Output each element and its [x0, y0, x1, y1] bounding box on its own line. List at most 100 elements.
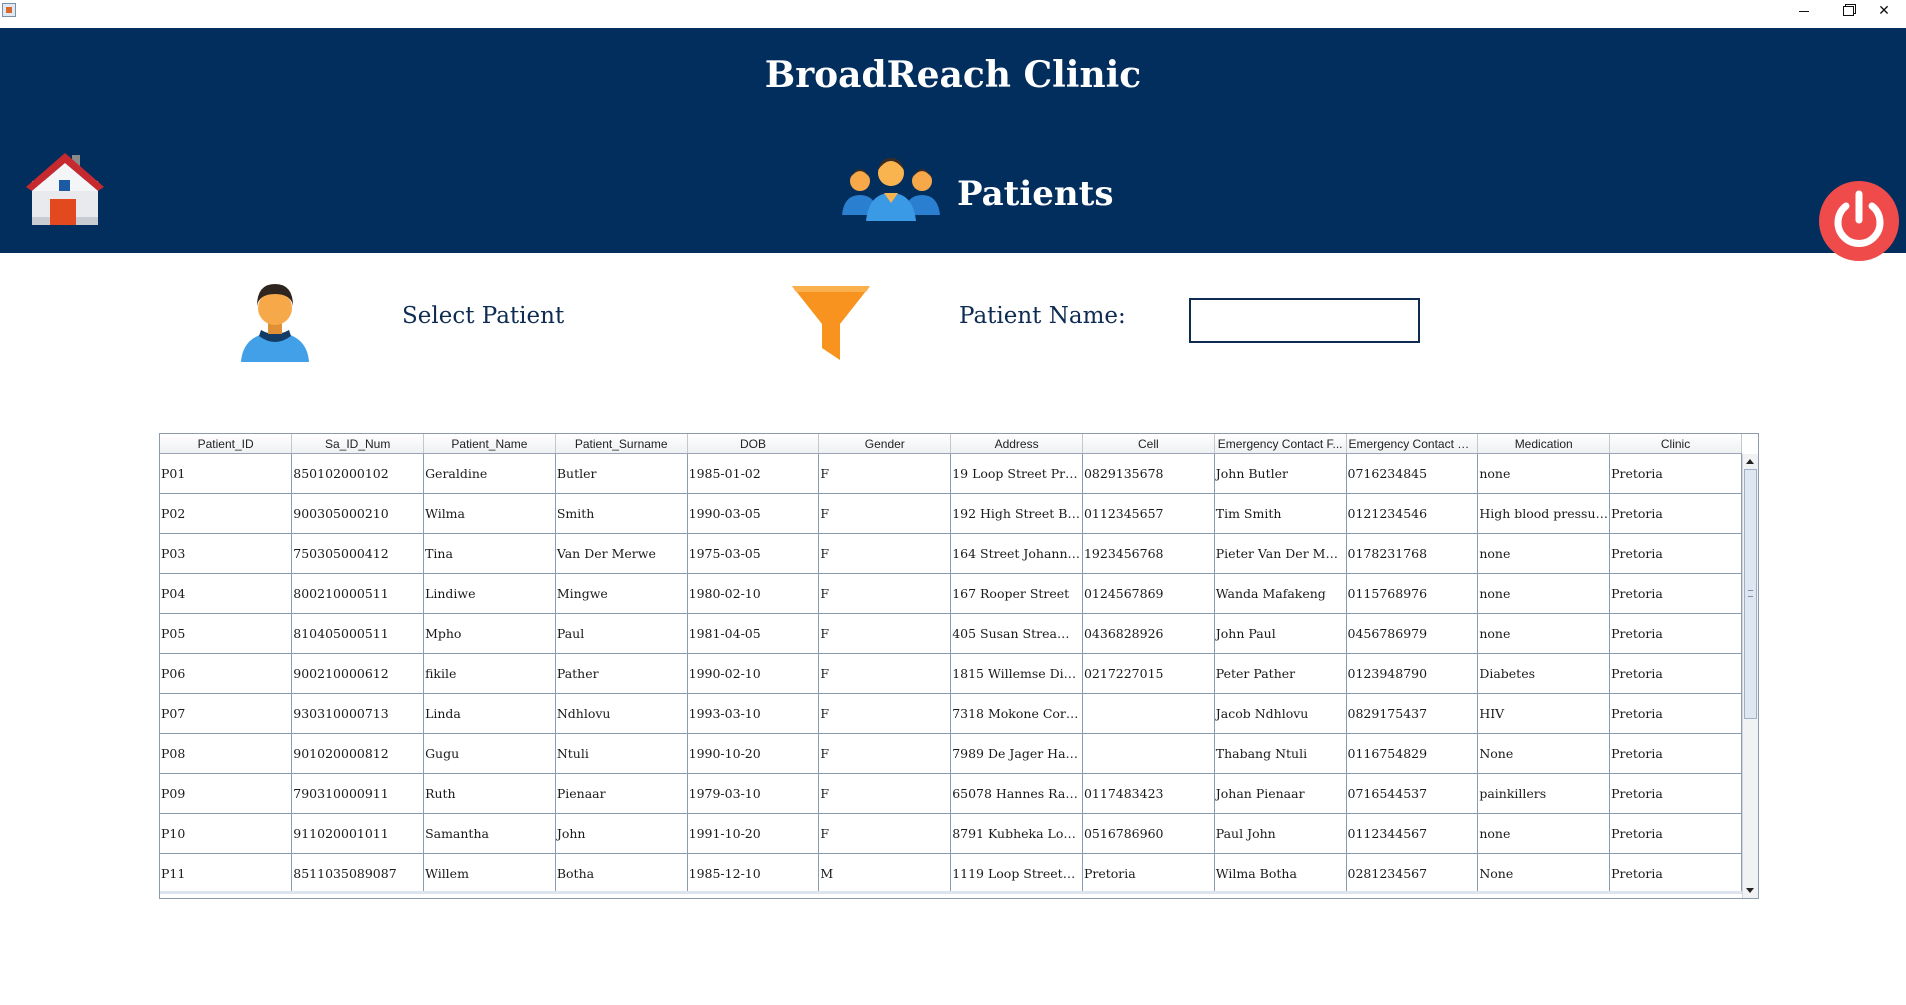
table-cell[interactable]: 0716234845: [1346, 453, 1479, 494]
column-header[interactable]: Sa_ID_Num: [291, 434, 425, 454]
table-cell[interactable]: 8791 Kubheka Lodg...: [950, 813, 1083, 854]
table-row[interactable]: P10 911020001011 Samantha John 1991-10-20 F 8…: [160, 813, 1742, 854]
table-cell[interactable]: 810405000511: [291, 613, 425, 654]
home-icon[interactable]: [24, 147, 106, 229]
table-cell[interactable]: P05: [160, 613, 293, 654]
table-cell[interactable]: Thabang Ntuli: [1214, 733, 1347, 774]
table-row[interactable]: P09 790310000911 Ruth Pienaar 1979-03-10 F 65…: [160, 773, 1742, 814]
table-cell[interactable]: 0516786960: [1082, 813, 1215, 854]
table-cell[interactable]: John Paul: [1214, 613, 1347, 654]
table-cell[interactable]: 800210000511: [291, 573, 425, 614]
table-cell[interactable]: P01: [160, 453, 293, 494]
table-cell[interactable]: 1990-02-10: [687, 653, 820, 694]
scroll-down-icon[interactable]: [1746, 888, 1754, 893]
table-cell[interactable]: [1082, 693, 1215, 734]
table-cell[interactable]: 164 Street Johannes...: [950, 533, 1083, 574]
table-cell[interactable]: 1985-01-02: [687, 453, 820, 494]
power-icon[interactable]: [1818, 180, 1900, 262]
table-cell[interactable]: 405 Susan Stream E...: [950, 613, 1083, 654]
table-cell[interactable]: fikile: [423, 653, 556, 694]
column-header[interactable]: Gender: [818, 434, 952, 454]
column-header[interactable]: Patient_Name: [423, 434, 556, 454]
table-cell[interactable]: F: [818, 653, 952, 694]
table-cell[interactable]: Smith: [555, 493, 688, 534]
table-cell[interactable]: Pretoria: [1609, 733, 1742, 774]
table-cell[interactable]: 0112345657: [1082, 493, 1215, 534]
column-header[interactable]: Patient_ID: [160, 434, 293, 454]
column-header[interactable]: Address: [950, 434, 1083, 454]
table-cell[interactable]: 7318 Mokone Corne...: [950, 693, 1083, 734]
table-cell[interactable]: 1990-03-05: [687, 493, 820, 534]
table-cell[interactable]: Geraldine: [423, 453, 556, 494]
column-header[interactable]: Emergency Contact F...: [1214, 434, 1347, 454]
table-cell[interactable]: none: [1477, 813, 1611, 854]
table-cell[interactable]: Wilma: [423, 493, 556, 534]
scroll-up-icon[interactable]: [1746, 459, 1754, 464]
table-cell[interactable]: 1980-02-10: [687, 573, 820, 614]
close-window-button[interactable]: ✕: [1862, 0, 1906, 22]
table-cell[interactable]: none: [1477, 533, 1611, 574]
table-cell[interactable]: Pieter Van Der Merwe: [1214, 533, 1347, 574]
table-cell[interactable]: None: [1477, 853, 1611, 894]
table-cell[interactable]: Tim Smith: [1214, 493, 1347, 534]
table-cell[interactable]: Linda: [423, 693, 556, 734]
table-cell[interactable]: 65078 Hannes Ramp...: [950, 773, 1083, 814]
table-cell[interactable]: 911020001011: [291, 813, 425, 854]
table-cell[interactable]: F: [818, 773, 952, 814]
table-cell[interactable]: P10: [160, 813, 293, 854]
table-cell[interactable]: Ruth: [423, 773, 556, 814]
table-cell[interactable]: Van Der Merwe: [555, 533, 688, 574]
table-cell[interactable]: 1923456768: [1082, 533, 1215, 574]
table-row[interactable]: P07 930310000713 Linda Ndhlovu 1993-03-10 F 73…: [160, 693, 1742, 734]
table-row[interactable]: P05 810405000511 Mpho Paul 1981-04-05 F 405 S…: [160, 613, 1742, 654]
table-cell[interactable]: P07: [160, 693, 293, 734]
table-cell[interactable]: P02: [160, 493, 293, 534]
table-cell[interactable]: 0112344567: [1346, 813, 1479, 854]
patient-name-input[interactable]: [1189, 298, 1420, 343]
table-row[interactable]: P01 850102000102 Geraldine Butler 1985-01-02…: [160, 453, 1742, 494]
table-cell[interactable]: 0281234567: [1346, 853, 1479, 894]
vertical-scrollbar[interactable]: [1742, 454, 1758, 898]
column-header[interactable]: Medication: [1477, 434, 1611, 454]
table-cell[interactable]: Pretoria: [1609, 573, 1742, 614]
table-cell[interactable]: Pretoria: [1609, 693, 1742, 734]
funnel-icon[interactable]: [792, 284, 870, 362]
table-row[interactable]: P02 900305000210 Wilma Smith 1990-03-05 F 192 …: [160, 493, 1742, 534]
table-cell[interactable]: M: [818, 853, 952, 894]
table-cell[interactable]: Pretoria: [1609, 853, 1742, 894]
table-cell[interactable]: F: [818, 733, 952, 774]
column-header[interactable]: Patient_Surname: [555, 434, 688, 454]
table-row[interactable]: P06 900210000612 fikile Pather 1990-02-10 F 18…: [160, 653, 1742, 694]
table-cell[interactable]: 1990-10-20: [687, 733, 820, 774]
table-cell[interactable]: John Butler: [1214, 453, 1347, 494]
table-cell[interactable]: F: [818, 573, 952, 614]
table-cell[interactable]: F: [818, 493, 952, 534]
table-cell[interactable]: 0121234546: [1346, 493, 1479, 534]
table-cell[interactable]: Pretoria: [1609, 773, 1742, 814]
table-cell[interactable]: 8511035089087: [291, 853, 425, 894]
table-cell[interactable]: 790310000911: [291, 773, 425, 814]
table-cell[interactable]: 0124567869: [1082, 573, 1215, 614]
table-cell[interactable]: Gugu: [423, 733, 556, 774]
table-cell[interactable]: 901020000812: [291, 733, 425, 774]
table-cell[interactable]: Paul John: [1214, 813, 1347, 854]
table-cell[interactable]: 192 High Street Bro...: [950, 493, 1083, 534]
table-cell[interactable]: 900305000210: [291, 493, 425, 534]
table-cell[interactable]: Pretoria: [1082, 853, 1215, 894]
table-cell[interactable]: 0829135678: [1082, 453, 1215, 494]
table-cell[interactable]: Jacob Ndhlovu: [1214, 693, 1347, 734]
table-cell[interactable]: 930310000713: [291, 693, 425, 734]
table-cell[interactable]: 1981-04-05: [687, 613, 820, 654]
table-cell[interactable]: Paul: [555, 613, 688, 654]
table-cell[interactable]: Botha: [555, 853, 688, 894]
table-row[interactable]: P04 800210000511 Lindiwe Mingwe 1980-02-10 F 1…: [160, 573, 1742, 614]
column-header[interactable]: Cell: [1082, 434, 1215, 454]
table-cell[interactable]: 0456786979: [1346, 613, 1479, 654]
table-row[interactable]: P08 901020000812 Gugu Ntuli 1990-10-20 F 7989…: [160, 733, 1742, 774]
table-cell[interactable]: 19 Loop Street Pret...: [950, 453, 1083, 494]
table-cell[interactable]: Pretoria: [1609, 813, 1742, 854]
table-cell[interactable]: Pretoria: [1609, 453, 1742, 494]
table-cell[interactable]: Peter Pather: [1214, 653, 1347, 694]
table-cell[interactable]: none: [1477, 613, 1611, 654]
table-cell[interactable]: Pather: [555, 653, 688, 694]
